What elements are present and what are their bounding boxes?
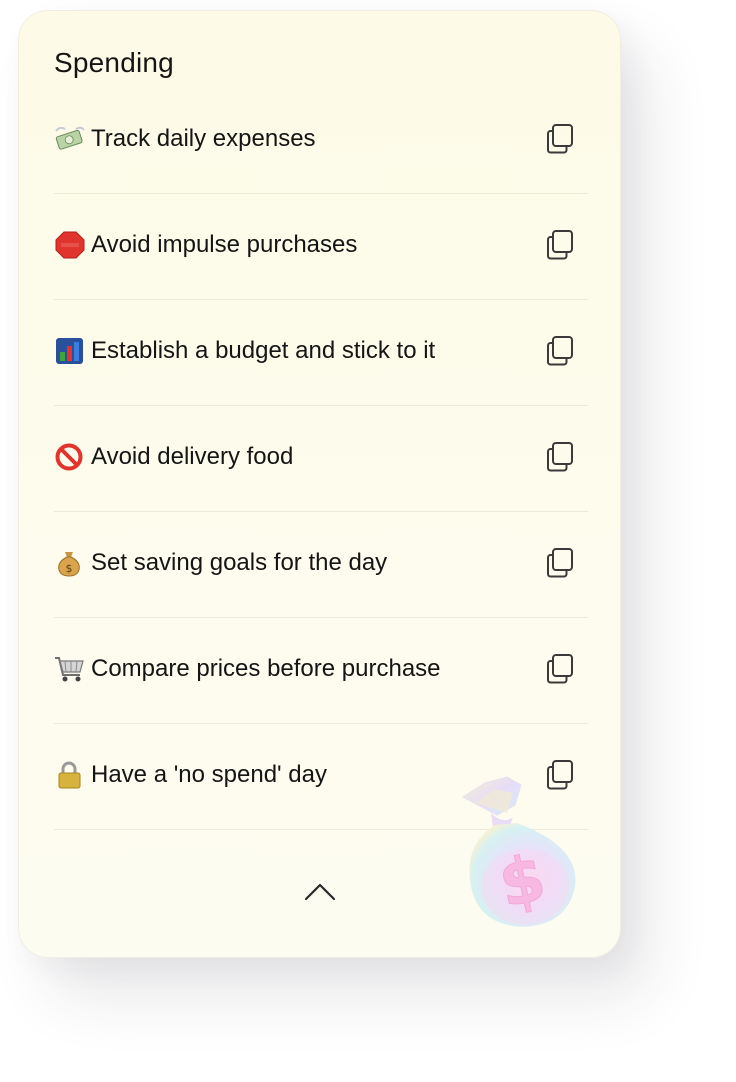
shopping-cart-icon bbox=[54, 655, 86, 683]
list-item-label: Have a 'no spend' day bbox=[91, 761, 327, 788]
copy-button[interactable] bbox=[544, 334, 578, 368]
bar-chart-icon bbox=[54, 337, 86, 365]
copy-button[interactable] bbox=[544, 652, 578, 686]
copy-button[interactable] bbox=[544, 228, 578, 262]
copy-icon bbox=[547, 336, 573, 366]
list-item: $ Set saving goals for the day bbox=[54, 512, 588, 618]
copy-icon bbox=[547, 654, 573, 684]
list-item-content: Avoid impulse purchases bbox=[54, 231, 357, 259]
list-item: Track daily expenses bbox=[54, 88, 588, 194]
list-item-label: Establish a budget and stick to it bbox=[91, 337, 436, 364]
list-item-content: Have a 'no spend' day bbox=[54, 761, 327, 789]
list-item-content: Establish a budget and stick to it bbox=[54, 337, 435, 365]
svg-text:$: $ bbox=[66, 562, 73, 575]
copy-icon bbox=[547, 548, 573, 578]
list-item-content: Track daily expenses bbox=[54, 125, 316, 153]
copy-icon bbox=[547, 124, 573, 154]
list-item: Establish a budget and stick to it bbox=[54, 300, 588, 406]
list-item-label: Compare prices before purchase bbox=[91, 655, 441, 682]
card-title: Spending bbox=[54, 47, 174, 78]
copy-button[interactable] bbox=[544, 440, 578, 474]
chevron-up-icon bbox=[304, 883, 336, 901]
list-item-label: Track daily expenses bbox=[91, 125, 316, 152]
tips-list: Track daily expenses Avoid impulse purch… bbox=[54, 88, 588, 830]
prohibited-icon bbox=[54, 443, 86, 471]
list-item-label: Avoid impulse purchases bbox=[91, 231, 358, 258]
copy-button[interactable] bbox=[544, 546, 578, 580]
list-item: Avoid impulse purchases bbox=[54, 194, 588, 300]
copy-button[interactable] bbox=[544, 122, 578, 156]
list-item-label: Set saving goals for the day bbox=[91, 549, 388, 576]
list-item-content: $ Set saving goals for the day bbox=[54, 549, 387, 577]
money-with-wings-icon bbox=[54, 125, 86, 153]
stop-sign-icon bbox=[54, 231, 86, 259]
copy-icon bbox=[547, 230, 573, 260]
list-item: Avoid delivery food bbox=[54, 406, 588, 512]
list-item-content: Compare prices before purchase bbox=[54, 655, 441, 683]
copy-icon bbox=[547, 442, 573, 472]
list-item-content: Avoid delivery food bbox=[54, 443, 293, 471]
collapse-button[interactable] bbox=[303, 881, 337, 903]
list-item-label: Avoid delivery food bbox=[91, 443, 294, 470]
money-bag-illustration-icon: $ bbox=[455, 775, 585, 935]
list-item: Compare prices before purchase bbox=[54, 618, 588, 724]
money-bag-icon: $ bbox=[54, 549, 86, 577]
lock-icon bbox=[54, 761, 86, 789]
